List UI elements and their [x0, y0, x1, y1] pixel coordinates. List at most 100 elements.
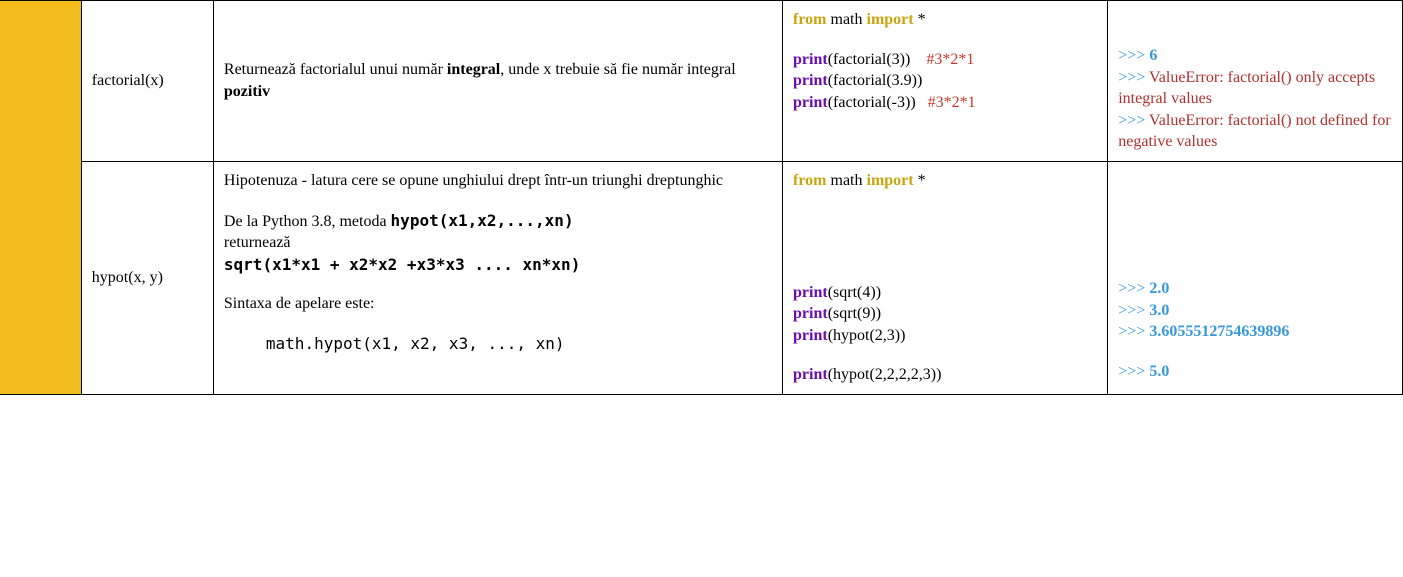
blank-line: [1118, 9, 1392, 27]
table-row: factorial(x) Returnează factorialul unui…: [0, 1, 1403, 162]
prompt: >>>: [1118, 302, 1149, 319]
blank-line: [1118, 260, 1392, 278]
code-line: print(factorial(3)) #3*2*1: [793, 49, 1097, 71]
blank-line: [1118, 206, 1392, 224]
output-line: >>> 3.0: [1118, 300, 1392, 322]
prompt: >>>: [1118, 69, 1149, 86]
kw-print: print: [793, 305, 828, 322]
blank-line: [793, 264, 1097, 282]
code-text: (sqrt(4)): [828, 284, 881, 301]
code-text: (factorial(3.9)): [828, 72, 923, 89]
kw-print: print: [793, 327, 828, 344]
prompt: >>>: [1118, 112, 1149, 129]
code-text: (hypot(2,2,2,2,3)): [828, 366, 942, 383]
desc-bold: integral: [447, 61, 500, 78]
blank-line: [793, 31, 1097, 49]
output-error: ValueError: factorial() only accepts int…: [1118, 69, 1375, 108]
kw-print: print: [793, 72, 828, 89]
func-name-cell: factorial(x): [81, 1, 213, 162]
code-text: (sqrt(9)): [828, 305, 881, 322]
desc-cell: Returnează factorialul unui număr integr…: [213, 1, 782, 162]
desc-code: hypot(x1,x2,...,xn): [391, 211, 574, 230]
kw-import: import: [867, 172, 914, 189]
code-text: math: [827, 172, 867, 189]
kw-print: print: [793, 51, 828, 68]
code-text: (factorial(-3)): [828, 94, 916, 111]
blank-line: [224, 315, 772, 333]
blank-line: [793, 210, 1097, 228]
output-error: ValueError: factorial() not defined for …: [1118, 112, 1390, 151]
syntax-code: math.hypot(x1, x2, x3, ..., xn): [224, 333, 565, 355]
blank-line: [1118, 343, 1392, 361]
blank-line: [793, 228, 1097, 246]
blank-line: [1118, 242, 1392, 260]
output-line: >>> ValueError: factorial() not defined …: [1118, 110, 1392, 153]
code-comment: #3*2*1: [926, 51, 974, 68]
code-line: print(sqrt(9)): [793, 303, 1097, 325]
desc-text: , unde x trebuie să fie număr integral: [500, 61, 735, 78]
output-value: 2.0: [1149, 280, 1169, 297]
desc-text: Hipotenuza - latura cere se opune unghiu…: [224, 170, 772, 192]
category-cell: [0, 1, 81, 395]
func-name-cell: hypot(x, y): [81, 161, 213, 394]
prompt: >>>: [1118, 280, 1149, 297]
output-value: 3.0: [1149, 302, 1169, 319]
blank-line: [224, 275, 772, 293]
blank-line: [793, 346, 1097, 364]
output-cell: >>> 6 >>> ValueError: factorial() only a…: [1108, 1, 1403, 162]
prompt: >>>: [1118, 363, 1149, 380]
kw-from: from: [793, 11, 826, 28]
output-line: >>> 5.0: [1118, 361, 1392, 383]
output-line: >>> ValueError: factorial() only accepts…: [1118, 67, 1392, 110]
code-line: print(hypot(2,2,2,2,3)): [793, 364, 1097, 386]
code-pad: [916, 94, 928, 111]
code-line: print(factorial(-3)) #3*2*1: [793, 92, 1097, 114]
output-line: >>> 6: [1118, 45, 1392, 67]
code-pad: [910, 51, 926, 68]
output-cell: >>> 2.0 >>> 3.0 >>> 3.6055512754639896 >…: [1108, 161, 1403, 394]
kw-print: print: [793, 366, 828, 383]
prompt: >>>: [1118, 323, 1149, 340]
code-comment: #3*2*1: [928, 94, 976, 111]
desc-text: returnează: [224, 232, 772, 254]
output-value: 3.6055512754639896: [1149, 323, 1289, 340]
blank-line: [793, 192, 1097, 210]
desc-line: De la Python 3.8, metoda hypot(x1,x2,...…: [224, 210, 772, 233]
code-line: print(factorial(3.9)): [793, 70, 1097, 92]
desc-code: sqrt(x1*x1 + x2*x2 +x3*x3 .... xn*xn): [224, 254, 772, 276]
func-name: hypot(x, y): [92, 269, 163, 286]
code-text: (factorial(3)): [828, 51, 911, 68]
code-cell: from math import * print(factorial(3)) #…: [783, 1, 1108, 162]
output-value: 6: [1149, 47, 1157, 64]
code-line: from math import *: [793, 9, 1097, 31]
code-text: (hypot(2,3)): [828, 327, 906, 344]
code-text: *: [914, 11, 926, 28]
code-cell: from math import * print(sqrt(4)) print(…: [783, 161, 1108, 394]
blank-line: [793, 246, 1097, 264]
desc-bold: pozitiv: [224, 83, 270, 100]
blank-line: [1118, 224, 1392, 242]
code-line: print(hypot(2,3)): [793, 325, 1097, 347]
output-value: 5.0: [1149, 363, 1169, 380]
blank-line: [1118, 27, 1392, 45]
desc-text: Sintaxa de apelare este:: [224, 293, 772, 315]
blank-line: [1118, 170, 1392, 188]
code-line: from math import *: [793, 170, 1097, 192]
desc-text: Returnează factorialul unui număr: [224, 61, 447, 78]
code-line: print(sqrt(4)): [793, 282, 1097, 304]
kw-print: print: [793, 284, 828, 301]
blank-line: [1118, 188, 1392, 206]
kw-import: import: [867, 11, 914, 28]
output-line: >>> 2.0: [1118, 278, 1392, 300]
kw-print: print: [793, 94, 828, 111]
blank-line: [224, 192, 772, 210]
table-row: hypot(x, y) Hipotenuza - latura cere se …: [0, 161, 1403, 394]
code-text: *: [914, 172, 926, 189]
output-line: >>> 3.6055512754639896: [1118, 321, 1392, 343]
desc-text: De la Python 3.8, metoda: [224, 213, 391, 230]
function-table: factorial(x) Returnează factorialul unui…: [0, 0, 1403, 395]
desc-cell: Hipotenuza - latura cere se opune unghiu…: [213, 161, 782, 394]
prompt: >>>: [1118, 47, 1149, 64]
func-name: factorial(x): [92, 72, 164, 89]
kw-from: from: [793, 172, 826, 189]
